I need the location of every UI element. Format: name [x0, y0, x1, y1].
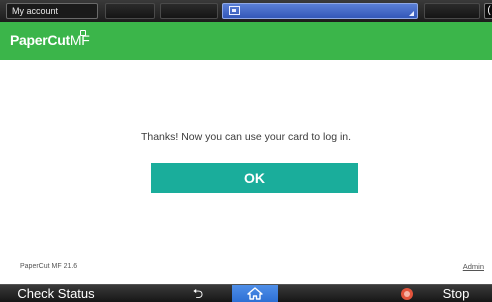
- stop-button[interactable]: Stop: [420, 285, 492, 302]
- ok-button[interactable]: OK: [151, 163, 358, 193]
- window-icon: [229, 6, 240, 15]
- logo-text: PaperCut: [10, 32, 70, 48]
- my-account-button[interactable]: My account: [6, 3, 98, 19]
- status-end-button[interactable]: (: [484, 3, 492, 19]
- back-arrow-icon: ⮌: [192, 286, 204, 301]
- back-button[interactable]: ⮌: [172, 285, 224, 302]
- device-status-bar: My account (: [0, 0, 492, 22]
- home-icon: [247, 287, 263, 300]
- version-label: PaperCut MF 21.6: [20, 263, 78, 270]
- app-switch-button[interactable]: [222, 3, 418, 19]
- brand-header: PaperCutMF: [0, 22, 492, 60]
- corner-indicator-icon: [409, 11, 414, 16]
- papercut-logo: PaperCutMF: [10, 32, 90, 48]
- status-slot-1: [105, 3, 155, 19]
- check-status-button[interactable]: Check Status: [0, 285, 112, 302]
- status-slot-3: [424, 3, 480, 19]
- status-slot-2: [160, 3, 218, 19]
- admin-link[interactable]: Admin: [463, 262, 484, 271]
- device-control-bar: Check Status ⮌ Stop: [0, 284, 492, 302]
- home-button[interactable]: [232, 285, 278, 302]
- stop-icon[interactable]: [401, 288, 413, 300]
- confirmation-message: Thanks! Now you can use your card to log…: [140, 131, 352, 143]
- logo-mark-icon: [80, 30, 86, 36]
